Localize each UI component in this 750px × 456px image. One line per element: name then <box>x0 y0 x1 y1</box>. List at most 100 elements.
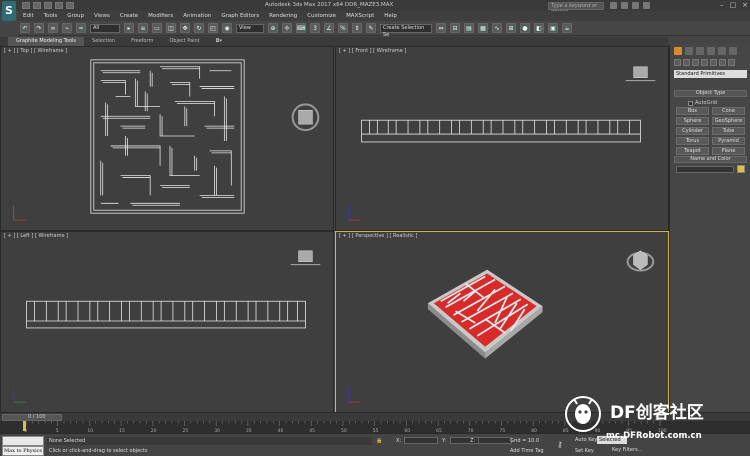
3ds-max-logo-icon[interactable]: S <box>2 1 16 21</box>
maximize-icon[interactable]: □ <box>730 1 737 9</box>
binoculars-icon[interactable] <box>610 2 617 9</box>
redo-icon[interactable] <box>66 2 74 9</box>
help-icon[interactable] <box>643 2 650 9</box>
keyboard-shortcut-icon[interactable]: ⌨ <box>296 23 306 33</box>
helpers-icon[interactable] <box>710 59 717 66</box>
render-production-icon[interactable]: ☕ <box>562 23 572 33</box>
current-frame-marker[interactable] <box>23 421 26 431</box>
scene-explorer-icon[interactable]: ▦ <box>478 23 488 33</box>
sphere-button[interactable]: Sphere <box>676 117 709 125</box>
display-tab-icon[interactable] <box>718 47 726 55</box>
maxscript-mini-listener[interactable]: Max to Physics c <box>2 446 44 456</box>
redo-icon[interactable]: ↷ <box>34 23 44 33</box>
add-time-tag[interactable]: Add Time Tag <box>510 448 544 454</box>
menu-graph-editors[interactable]: Graph Editors <box>216 13 264 19</box>
ribbon-options-icon[interactable]: ◘▾ <box>208 37 230 46</box>
key-icon[interactable]: ⚷ <box>557 440 569 450</box>
cone-button[interactable]: Cone <box>712 107 745 115</box>
autogrid-checkbox-box[interactable] <box>688 100 693 106</box>
curve-editor-icon[interactable]: ∿ <box>492 23 502 33</box>
modify-tab-icon[interactable] <box>685 47 693 55</box>
tab-freeform[interactable]: Freeform <box>123 37 161 46</box>
menu-views[interactable]: Views <box>89 13 115 19</box>
menu-edit[interactable]: Edit <box>18 13 39 19</box>
geosphere-button[interactable]: GeoSphere <box>712 117 745 125</box>
teapot-button[interactable]: Teapot <box>676 147 709 155</box>
angle-snap-icon[interactable]: ∠ <box>324 23 334 33</box>
menu-rendering[interactable]: Rendering <box>264 13 302 19</box>
material-editor-icon[interactable]: ● <box>520 23 530 33</box>
torus-button[interactable]: Torus <box>676 137 709 145</box>
cameras-icon[interactable] <box>701 59 708 66</box>
x-coord-input[interactable] <box>404 437 438 444</box>
plane-button[interactable]: Plane <box>712 147 745 155</box>
lights-icon[interactable] <box>692 59 699 66</box>
open-file-icon[interactable] <box>33 2 41 9</box>
object-color-swatch[interactable] <box>737 165 745 173</box>
named-selection-dropdown[interactable]: Create Selection Se <box>380 23 432 38</box>
tube-button[interactable]: Tube <box>712 127 745 135</box>
schematic-view-icon[interactable]: ⊞ <box>506 23 516 33</box>
hierarchy-tab-icon[interactable] <box>696 47 704 55</box>
select-object-icon[interactable]: ▸ <box>124 23 134 33</box>
rotate-icon[interactable]: ↻ <box>194 23 204 33</box>
select-manipulate-icon[interactable]: ✢ <box>282 23 292 33</box>
utilities-tab-icon[interactable] <box>729 47 737 55</box>
tab-object-paint[interactable]: Object Paint <box>161 37 207 46</box>
menu-maxscript[interactable]: MAXScript <box>341 13 379 19</box>
new-file-icon[interactable] <box>22 2 30 9</box>
snaps-toggle-icon[interactable]: 3 <box>310 23 320 33</box>
object-type-rollout[interactable]: Object Type <box>674 90 747 97</box>
menu-customize[interactable]: Customize <box>302 13 341 19</box>
undo-icon[interactable] <box>55 2 63 9</box>
key-filters-button[interactable]: Key Filters... <box>612 447 642 453</box>
close-icon[interactable]: × <box>742 1 748 9</box>
tab-selection[interactable]: Selection <box>84 37 123 46</box>
edit-named-selection-icon[interactable]: ✎ <box>366 23 376 33</box>
motion-tab-icon[interactable] <box>707 47 715 55</box>
select-by-name-icon[interactable]: ≡ <box>138 23 148 33</box>
window-crossing-icon[interactable]: ◫ <box>166 23 176 33</box>
primitive-category-dropdown[interactable]: Standard Primitives <box>674 70 747 78</box>
pivot-center-icon[interactable]: ⊕ <box>268 23 278 33</box>
viewport-perspective[interactable]: [ + ] [ Perspective ] [ Realistic ] <box>335 231 669 413</box>
menu-group[interactable]: Group <box>62 13 89 19</box>
maxscript-listener-input[interactable] <box>2 436 44 446</box>
save-file-icon[interactable] <box>44 2 52 9</box>
menu-animation[interactable]: Animation <box>178 13 216 19</box>
lock-selection-icon[interactable]: 🔒 <box>376 438 382 444</box>
align-icon[interactable]: ⊟ <box>450 23 460 33</box>
selection-region-icon[interactable]: ▭ <box>152 23 162 33</box>
unlink-icon[interactable]: ⌁ <box>62 23 72 33</box>
menu-help[interactable]: Help <box>379 13 402 19</box>
reference-coordinate-dropdown[interactable]: View <box>236 23 264 33</box>
shapes-icon[interactable] <box>683 59 690 66</box>
render-setup-icon[interactable]: ◧ <box>534 23 544 33</box>
pyramid-button[interactable]: Pyramid <box>712 137 745 145</box>
percent-snap-icon[interactable]: % <box>338 23 348 33</box>
space-warps-icon[interactable] <box>719 59 726 66</box>
z-coord-input[interactable] <box>478 437 512 444</box>
set-key-button[interactable]: Set Key <box>575 448 594 454</box>
minimize-icon[interactable]: – <box>720 1 724 9</box>
viewport-top[interactable]: [ + ] [ Top ] [ Wireframe ] <box>0 46 334 231</box>
name-color-rollout[interactable]: Name and Color <box>674 156 747 163</box>
viewport-front[interactable]: [ + ] [ Front ] [ Wireframe ] <box>335 46 669 231</box>
user-icon[interactable] <box>632 2 639 9</box>
cylinder-button[interactable]: Cylinder <box>676 127 709 135</box>
object-name-input[interactable] <box>676 166 734 173</box>
star-icon[interactable] <box>621 2 628 9</box>
search-input[interactable]: Type a keyword or phrase <box>548 2 604 15</box>
autogrid-checkbox[interactable]: AutoGrid <box>688 100 717 106</box>
layer-explorer-icon[interactable]: ▤ <box>464 23 474 33</box>
menu-tools[interactable]: Tools <box>39 13 63 19</box>
selection-filter-dropdown[interactable]: All <box>90 23 120 33</box>
create-tab-icon[interactable] <box>674 47 682 55</box>
geometry-icon[interactable] <box>674 59 681 66</box>
viewport-left[interactable]: [ + ] [ Left ] [ Wireframe ] <box>0 231 334 413</box>
mirror-icon[interactable]: ⇔ <box>436 23 446 33</box>
undo-icon[interactable]: ↶ <box>20 23 30 33</box>
box-button[interactable]: Box <box>676 107 709 115</box>
rendered-frame-window-icon[interactable]: ▣ <box>548 23 558 33</box>
scale-icon[interactable]: ◰ <box>208 23 218 33</box>
